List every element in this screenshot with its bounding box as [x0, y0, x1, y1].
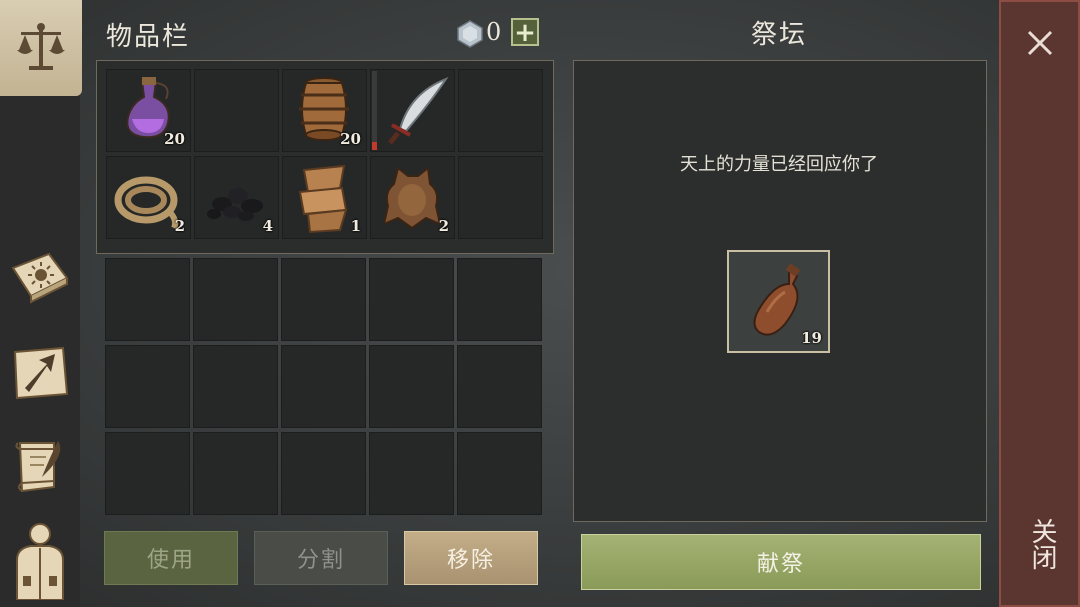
- currency-value: 0: [486, 18, 502, 46]
- use-button[interactable]: 使用: [104, 531, 238, 585]
- sun-book-icon: [11, 252, 69, 304]
- scroll-quill-icon: [15, 441, 61, 493]
- inventory-slot[interactable]: [369, 345, 454, 428]
- sidebar-item-trade[interactable]: [0, 0, 82, 96]
- item-quantity: 2: [174, 217, 185, 235]
- inventory-slot[interactable]: [281, 345, 366, 428]
- inventory-slot[interactable]: 20: [106, 69, 191, 152]
- inventory-slot[interactable]: [193, 345, 278, 428]
- cloth-icon: [298, 164, 348, 234]
- coal-icon: [207, 188, 263, 221]
- inventory-slot[interactable]: [193, 258, 278, 341]
- inventory-slot[interactable]: [281, 432, 366, 515]
- altar-title: 祭坛: [750, 20, 807, 50]
- inventory-grid: 20 20 2 4 1 2: [96, 60, 554, 254]
- inventory-slot[interactable]: [105, 432, 190, 515]
- scales-icon: [17, 23, 65, 70]
- sidebar: [0, 0, 82, 607]
- inventory-slot[interactable]: [458, 69, 543, 152]
- item-quantity: 2: [438, 217, 449, 235]
- inventory-slot[interactable]: [457, 258, 542, 341]
- arrow-map-icon: [13, 346, 69, 400]
- inventory-slot[interactable]: [369, 258, 454, 341]
- add-currency-button[interactable]: +: [511, 18, 539, 46]
- inventory-slot[interactable]: [193, 432, 278, 515]
- inventory-slot[interactable]: [369, 432, 454, 515]
- inventory-slot[interactable]: 2: [370, 156, 455, 239]
- inventory-slot[interactable]: 2: [106, 156, 191, 239]
- altar-offering-slot[interactable]: 19: [727, 250, 830, 353]
- close-button[interactable]: 关闭: [1022, 518, 1058, 570]
- remove-button[interactable]: 移除: [404, 531, 538, 585]
- inventory-slot[interactable]: 20: [282, 69, 367, 152]
- inventory-slot[interactable]: 1: [282, 156, 367, 239]
- inventory-slot[interactable]: [370, 69, 455, 152]
- split-button[interactable]: 分割: [254, 531, 388, 585]
- sidebar-item-quests[interactable]: [6, 432, 74, 500]
- inventory-slot[interactable]: 4: [194, 156, 279, 239]
- offer-button[interactable]: 献祭: [581, 534, 981, 590]
- sidebar-item-character[interactable]: [6, 520, 74, 600]
- scimitar-icon: [388, 76, 449, 145]
- item-quantity: 20: [164, 130, 185, 148]
- backpack-grid: [96, 252, 552, 522]
- inventory-slot[interactable]: [105, 258, 190, 341]
- inventory-slot[interactable]: [105, 345, 190, 428]
- inventory-title: 物品栏: [106, 22, 191, 52]
- inventory-slot[interactable]: [457, 345, 542, 428]
- sidebar-item-journal[interactable]: [6, 242, 74, 310]
- item-quantity: 4: [262, 217, 273, 235]
- close-icon[interactable]: [1019, 22, 1061, 64]
- altar-message: 天上的力量已经回应你了: [680, 154, 878, 175]
- rope-icon: [114, 176, 179, 230]
- inventory-slot[interactable]: [457, 432, 542, 515]
- gem-icon: [457, 20, 483, 48]
- inventory-slot[interactable]: [281, 258, 366, 341]
- inventory-slot[interactable]: [194, 69, 279, 152]
- hide-icon: [382, 166, 442, 230]
- item-quantity: 1: [350, 217, 361, 235]
- item-quantity: 19: [801, 329, 822, 347]
- item-quantity: 20: [340, 130, 361, 148]
- sidebar-item-crafting[interactable]: [6, 338, 74, 406]
- durability-bar: [372, 71, 377, 150]
- inventory-slot[interactable]: [458, 156, 543, 239]
- character-icon: [16, 523, 64, 600]
- close-panel[interactable]: [999, 0, 1080, 607]
